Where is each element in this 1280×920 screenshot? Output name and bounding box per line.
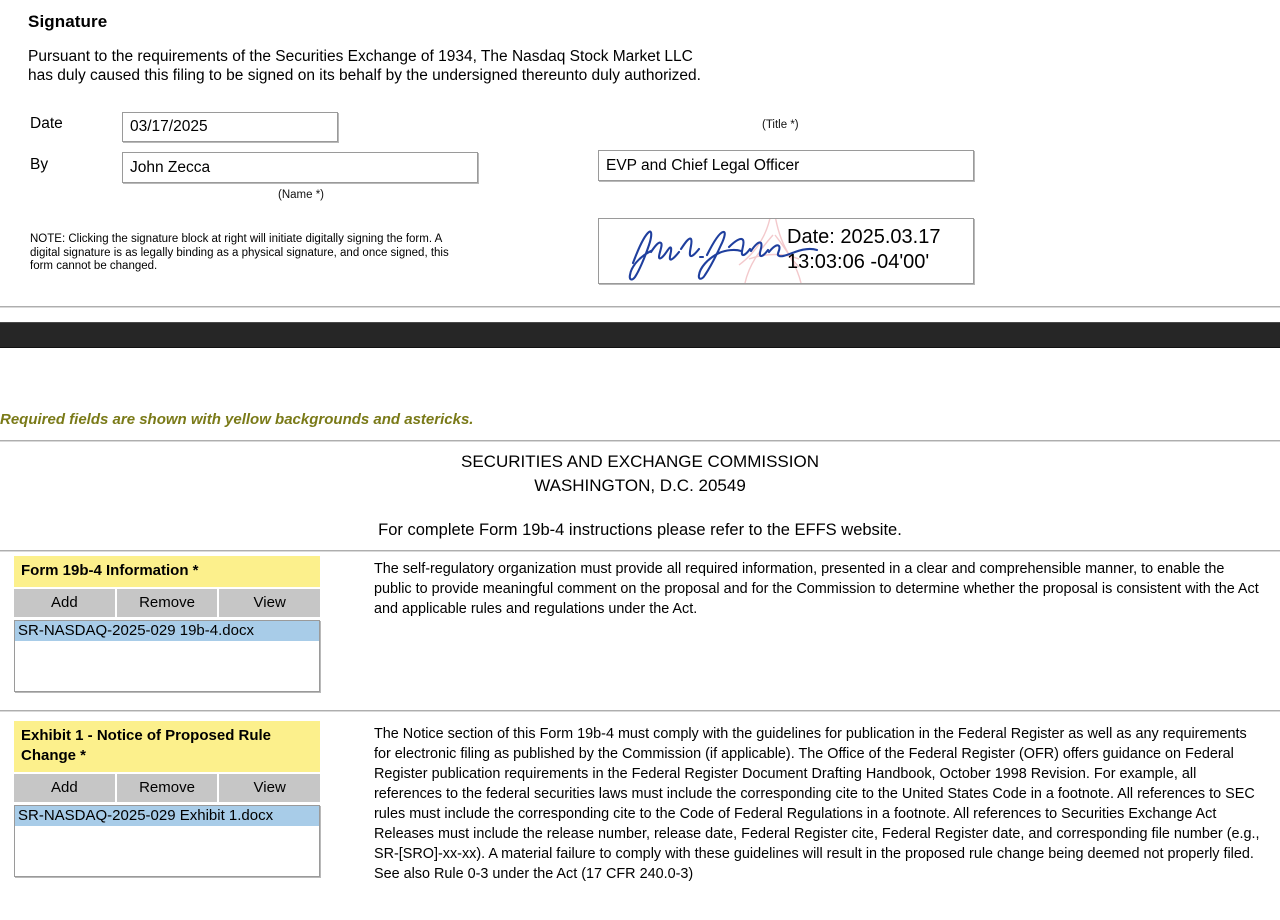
add-button[interactable]: Add — [14, 774, 115, 802]
digital-signature-block[interactable]: Date: 2025.03.17 13:03:06 -04'00' — [598, 218, 974, 284]
file-listbox[interactable]: SR-NASDAQ-2025-029 19b-4.docx — [14, 620, 320, 692]
section-controls: Form 19b-4 Information * Add Remove View… — [14, 556, 321, 692]
by-label: By — [30, 156, 49, 173]
remove-button[interactable]: Remove — [116, 589, 218, 617]
file-listbox[interactable]: SR-NASDAQ-2025-029 Exhibit 1.docx — [14, 805, 320, 877]
form-19b4-page: Signature Pursuant to the requirements o… — [0, 0, 1280, 920]
section-controls: Exhibit 1 - Notice of Proposed Rule Chan… — [14, 721, 321, 877]
signature-timestamp: Date: 2025.03.17 13:03:06 -04'00' — [787, 226, 941, 273]
file-action-buttons: Add Remove View — [14, 589, 321, 617]
page-separator-bar — [0, 322, 1280, 348]
divider-section-1 — [0, 550, 1280, 552]
divider-top — [0, 306, 1280, 308]
date-label: Date — [30, 115, 63, 132]
list-item[interactable]: SR-NASDAQ-2025-029 19b-4.docx — [15, 621, 319, 641]
add-button[interactable]: Add — [14, 589, 115, 617]
section-description: The self-regulatory organization must pr… — [374, 561, 1259, 617]
required-fields-note: Required fields are shown with yellow ba… — [0, 411, 474, 428]
name-field[interactable]: John Zecca — [122, 152, 478, 183]
list-item[interactable]: SR-NASDAQ-2025-029 Exhibit 1.docx — [15, 806, 319, 826]
name-caption: (Name *) — [278, 189, 325, 201]
divider-section-2 — [0, 710, 1280, 712]
signature-statement: Pursuant to the requirements of the Secu… — [28, 48, 701, 84]
agency-header: SECURITIES AND EXCHANGE COMMISSION WASHI… — [461, 452, 819, 495]
section-description: The Notice section of this Form 19b-4 mu… — [374, 726, 1260, 882]
view-button[interactable]: View — [219, 774, 321, 802]
title-caption: (Title *) — [762, 119, 799, 131]
divider-header — [0, 440, 1280, 442]
remove-button[interactable]: Remove — [116, 774, 218, 802]
section-title: Exhibit 1 - Notice of Proposed Rule Chan… — [14, 721, 320, 772]
title-field[interactable]: EVP and Chief Legal Officer — [598, 150, 974, 181]
date-field[interactable]: 03/17/2025 — [122, 112, 338, 142]
signature-panel: Signature Pursuant to the requirements o… — [0, 0, 1280, 306]
instructions-line: For complete Form 19b-4 instructions ple… — [378, 521, 902, 539]
view-button[interactable]: View — [219, 589, 321, 617]
digital-signature-note: NOTE: Clicking the signature block at ri… — [30, 233, 449, 273]
section-title: Form 19b-4 Information * — [14, 556, 320, 587]
file-action-buttons: Add Remove View — [14, 774, 321, 802]
signature-heading: Signature — [28, 12, 108, 31]
